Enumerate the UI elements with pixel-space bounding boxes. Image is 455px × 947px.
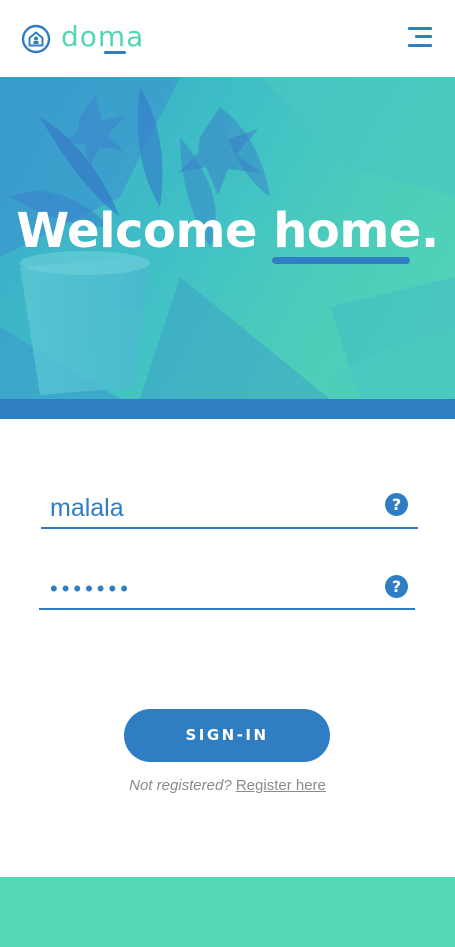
username-input[interactable] (50, 489, 370, 527)
top-bar: doma (0, 0, 455, 77)
hero-title-prefix: Welcome (16, 203, 274, 259)
house-circle-icon (21, 24, 51, 54)
brand-logo[interactable]: doma (21, 20, 145, 54)
hero-title: Welcome home. (0, 205, 455, 257)
password-field: ? (39, 570, 415, 610)
brand-name: doma (61, 20, 145, 54)
hamburger-menu-icon[interactable] (404, 26, 432, 50)
username-help-icon[interactable]: ? (385, 493, 408, 516)
hero-title-underline (272, 257, 410, 264)
menu-line (408, 44, 432, 47)
brand-name-text: doma (61, 20, 145, 53)
register-prompt: Not registered? Register here (0, 777, 455, 794)
hero-title-highlight: home. (273, 203, 439, 259)
footer-bar (0, 877, 455, 947)
register-link[interactable]: Register here (236, 777, 326, 794)
username-field: ? (41, 489, 418, 529)
password-help-icon[interactable]: ? (385, 575, 408, 598)
hero-bottom-band (0, 399, 455, 419)
menu-line (408, 27, 432, 30)
sign-in-button[interactable]: SIGN-IN (124, 709, 330, 762)
brand-underline (104, 51, 126, 54)
password-input[interactable] (50, 570, 370, 608)
not-registered-text: Not registered? (129, 777, 232, 794)
menu-line (415, 35, 432, 38)
